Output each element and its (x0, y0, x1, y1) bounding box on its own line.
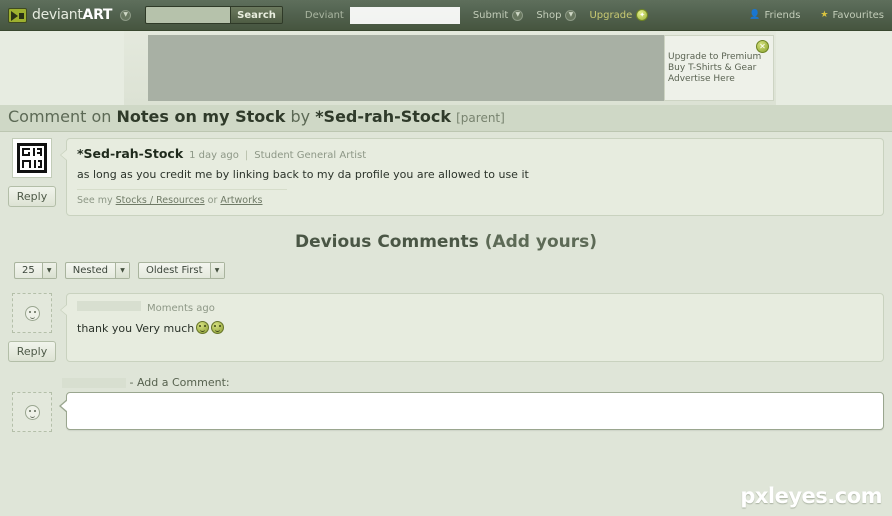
smiley-face-icon-current-user (24, 404, 40, 420)
smiley-emoticon-2 (211, 321, 225, 334)
signature-prefix: See my (77, 195, 116, 206)
nav-item-shop[interactable]: Shop ▼ (536, 9, 577, 21)
deviantart-logo-icon (8, 7, 27, 23)
nav-item-shop-label: Shop (536, 9, 562, 21)
parent-comment-separator: | (244, 150, 249, 161)
chevron-down-icon-per-page: ▼ (41, 263, 56, 278)
deviant-input[interactable] (349, 6, 460, 24)
add-comment-label: - Add a Comment: (129, 376, 230, 389)
nav-right-group: 👤 Friends ★ Favourites (729, 10, 884, 21)
ad-link-shirts[interactable]: Buy T-Shirts & Gear (668, 63, 761, 74)
page-title-author[interactable]: *Sed-rah-Stock (315, 107, 451, 126)
reply-comment-username-redacted[interactable] (77, 301, 141, 311)
sort-order-value: Oldest First (146, 265, 203, 276)
nav-item-submit[interactable]: Submit ▼ (472, 9, 524, 21)
ad-banner-image[interactable] (148, 35, 664, 101)
nav-item-favourites[interactable]: ★ Favourites (820, 10, 884, 21)
parent-comment-username[interactable]: *Sed-rah-Stock (77, 146, 183, 161)
chevron-down-icon-submit: ▼ (512, 9, 524, 21)
ad-link-advertise[interactable]: Advertise Here (668, 74, 761, 85)
nav-item-friends-label: Friends (764, 9, 801, 21)
star-circle-icon: ✦ (636, 9, 649, 21)
page-title-by: by (285, 107, 316, 126)
nav-item-upgrade[interactable]: Upgrade ✦ (589, 9, 649, 21)
avatar-glyph-icon (15, 141, 49, 175)
devious-comments-heading: Devious Comments (Add yours) (0, 232, 892, 252)
current-user-avatar[interactable] (12, 392, 52, 432)
parent-comment-signature: See my Stocks / Resources or Artworks (77, 189, 287, 206)
signature-link-artworks[interactable]: Artworks (220, 195, 262, 206)
add-comment-username-redacted (62, 378, 126, 388)
add-comment-row (0, 389, 892, 432)
per-page-dropdown[interactable]: 25 ▼ (14, 262, 57, 279)
anonymous-avatar[interactable] (12, 293, 52, 333)
parent-comment-user-title: Student General Artist (254, 150, 367, 161)
reply-button-comment[interactable]: Reply (7, 341, 57, 362)
signature-link-stocks[interactable]: Stocks / Resources (116, 195, 205, 206)
add-comment-label-row: - Add a Comment: (0, 362, 892, 389)
per-page-value: 25 (22, 265, 35, 276)
logo-text: deviantART (32, 7, 113, 23)
deviantart-logo[interactable]: deviantART (8, 7, 112, 23)
advertisement-row: ✕ Upgrade to Premium Buy T-Shirts & Gear… (0, 31, 892, 105)
reply-comment-left-column: Reply (7, 293, 57, 362)
parent-comment: Reply *Sed-rah-Stock 1 day ago | Student… (0, 132, 892, 216)
parent-comment-header: *Sed-rah-Stock 1 day ago | Student Gener… (77, 146, 873, 161)
page-title-prefix: Comment on (8, 107, 117, 126)
search-button[interactable]: Search (230, 7, 282, 23)
chevron-down-icon-logo[interactable]: ▼ (120, 9, 132, 21)
parent-comment-text: as long as you credit me by linking back… (77, 168, 529, 181)
ad-left-filler (0, 31, 124, 105)
page-title-parent-link[interactable]: [parent] (456, 111, 505, 125)
chevron-down-icon-shop: ▼ (565, 9, 577, 21)
ad-link-upgrade[interactable]: Upgrade to Premium (668, 52, 761, 63)
search-group: Search (145, 6, 283, 24)
chevron-down-icon-sort-order: ▼ (209, 263, 224, 278)
star-icon: ★ (820, 10, 829, 20)
add-comment-box (59, 392, 884, 430)
devious-comments-title: Devious Comments (294, 232, 485, 252)
smiley-emoticon-1 (196, 321, 210, 334)
add-comment-left-column (8, 392, 56, 432)
add-comment-textarea[interactable] (67, 393, 883, 429)
top-navigation-bar: deviantART ▼ Search Deviant Submit ▼ Sho… (0, 0, 892, 31)
ad-links-list: Upgrade to Premium Buy T-Shirts & Gear A… (668, 52, 761, 85)
content-area: Reply *Sed-rah-Stock 1 day ago | Student… (0, 132, 892, 516)
parent-comment-left-column: Reply (7, 138, 57, 216)
signature-mid: or (204, 195, 221, 206)
watermark: pxleyes.com (740, 484, 882, 508)
sed-rah-stock-avatar[interactable] (12, 138, 52, 178)
smiley-face-icon (24, 305, 40, 321)
ad-right-filler (776, 31, 892, 105)
deviant-label: Deviant (304, 9, 344, 21)
nav-item-upgrade-label: Upgrade (589, 9, 633, 21)
comment-filters: 25 ▼ Nested ▼ Oldest First ▼ (0, 252, 892, 279)
search-input[interactable] (146, 7, 231, 23)
nav-item-favourites-label: Favourites (832, 9, 884, 21)
sort-order-dropdown[interactable]: Oldest First ▼ (138, 262, 225, 279)
ad-links-panel: ✕ Upgrade to Premium Buy T-Shirts & Gear… (664, 35, 774, 101)
page-title-subject[interactable]: Notes on my Stock (117, 107, 286, 126)
add-yours-link[interactable]: (Add yours) (485, 232, 597, 252)
reply-comment-header: Moments ago (77, 301, 873, 314)
threading-value: Nested (72, 265, 108, 276)
nav-item-submit-label: Submit (472, 9, 509, 21)
reply-comment: Reply Moments ago thank you Very much (0, 279, 892, 362)
chevron-down-icon-threading: ▼ (115, 263, 129, 278)
parent-comment-body: *Sed-rah-Stock 1 day ago | Student Gener… (60, 138, 884, 216)
reply-comment-text: thank you Very much (77, 321, 873, 335)
nav-item-friends[interactable]: 👤 Friends (749, 10, 800, 21)
threading-dropdown[interactable]: Nested ▼ (64, 262, 130, 279)
reply-comment-body: Moments ago thank you Very much (60, 293, 884, 362)
friends-icon: 👤 (749, 10, 761, 20)
reply-comment-text-value: thank you Very much (77, 322, 195, 335)
reply-comment-timestamp: Moments ago (147, 303, 215, 314)
page-title: Comment on Notes on my Stock by *Sed-rah… (8, 107, 505, 126)
parent-comment-timestamp: 1 day ago (189, 150, 239, 161)
reply-button-parent[interactable]: Reply (7, 186, 57, 207)
